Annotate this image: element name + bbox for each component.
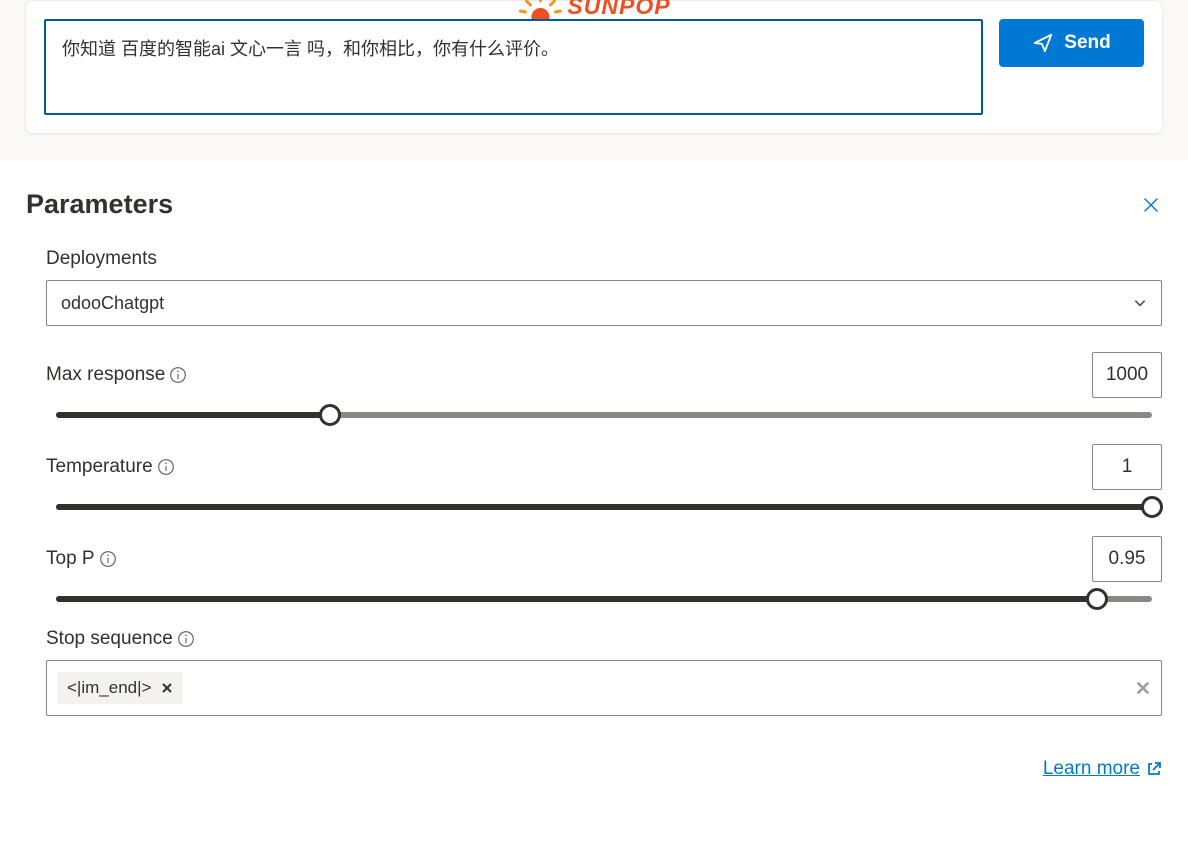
learn-more-label: Learn more	[1043, 758, 1140, 780]
chat-input[interactable]	[44, 19, 983, 115]
slider-thumb[interactable]	[1141, 496, 1163, 518]
close-icon[interactable]	[1140, 194, 1162, 216]
max-response-input[interactable]	[1092, 352, 1162, 398]
deployments-value: odooChatgpt	[61, 293, 164, 314]
chevron-down-icon	[1133, 296, 1147, 310]
chat-input-card: SUNPOP Send	[25, 0, 1163, 134]
slider-thumb[interactable]	[1086, 588, 1108, 610]
max-response-slider[interactable]	[56, 412, 1152, 418]
send-button[interactable]: Send	[999, 19, 1144, 67]
top-p-slider[interactable]	[56, 596, 1152, 602]
slider-thumb[interactable]	[319, 404, 341, 426]
stop-sequence-tag: <|im_end|>	[57, 672, 183, 704]
external-link-icon	[1146, 761, 1162, 777]
slider-fill	[56, 596, 1097, 602]
info-icon[interactable]	[99, 550, 117, 568]
temperature-label: Temperature	[46, 456, 153, 478]
send-icon	[1032, 32, 1054, 54]
tag-text: <|im_end|>	[67, 678, 151, 698]
deployments-label: Deployments	[46, 248, 157, 270]
clear-all-icon[interactable]	[1135, 680, 1151, 696]
learn-more-link[interactable]: Learn more	[1043, 758, 1162, 780]
info-icon[interactable]	[177, 630, 195, 648]
top-p-label: Top P	[46, 548, 95, 570]
watermark: SUNPOP	[517, 0, 670, 20]
stop-sequence-input[interactable]: <|im_end|>	[46, 660, 1162, 716]
slider-fill	[56, 504, 1152, 510]
info-icon[interactable]	[169, 366, 187, 384]
temperature-input[interactable]	[1092, 444, 1162, 490]
send-label: Send	[1064, 32, 1110, 54]
tag-remove-icon[interactable]	[161, 682, 173, 694]
slider-fill	[56, 412, 330, 418]
temperature-slider[interactable]	[56, 504, 1152, 510]
deployments-select[interactable]: odooChatgpt	[46, 280, 1162, 326]
watermark-text: SUNPOP	[567, 0, 670, 20]
stop-sequence-label: Stop sequence	[46, 628, 173, 650]
sun-icon	[517, 0, 563, 19]
top-p-input[interactable]	[1092, 536, 1162, 582]
parameters-title: Parameters	[26, 189, 173, 220]
max-response-label: Max response	[46, 364, 165, 386]
info-icon[interactable]	[157, 458, 175, 476]
